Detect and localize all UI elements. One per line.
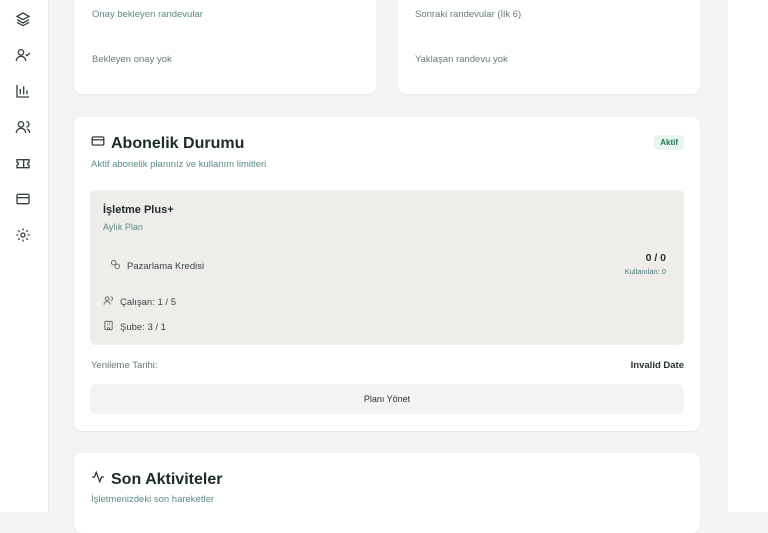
plan-panel: İşletme Plus+ Aylık Plan Pazarlama Kredi… [90,190,684,345]
credit-card-icon [91,134,105,153]
subscription-title-text: Abonelik Durumu [111,134,245,152]
subscription-description: Aktif abonelik planınız ve kullanım limi… [91,159,267,170]
upcoming-card-subtitle: Sonraki randevular (İlk 6) [415,9,522,20]
marketing-credit-row: Pazarlama Kredisi [110,259,204,273]
branches-text: Şube: 3 / 1 [120,321,166,333]
pending-card-subtitle: Onay bekleyen randevular [92,9,203,20]
branches-row: Şube: 3 / 1 [103,320,166,334]
activities-card: Son Aktiviteler İşletmenizdeki son harek… [74,453,700,533]
activities-title-text: Son Aktiviteler [111,470,223,488]
users-small-icon [103,295,114,309]
settings-icon[interactable] [14,226,32,244]
right-gutter [728,0,768,512]
upcoming-empty-text: Yaklaşan randevu yok [415,54,508,65]
status-badge: Aktif [654,135,684,150]
renewal-value: Invalid Date [630,360,684,371]
activities-title: Son Aktiviteler [91,470,222,489]
ticket-icon[interactable] [14,154,32,172]
marketing-credit-label: Pazarlama Kredisi [127,260,205,272]
subscription-title: Abonelik Durumu [91,134,244,153]
link-icon [110,259,121,273]
users-icon[interactable] [14,118,32,136]
renewal-label: Yenileme Tarihi: [91,360,158,371]
employees-row: Çalışan: 1 / 5 [103,295,176,309]
marketing-credit-used: Kullanılan: 0 [624,267,666,276]
activity-icon [91,470,105,489]
pending-appointments-card: Onay bekleyen randevular Bekleyen onay y… [74,0,376,94]
user-check-icon[interactable] [14,46,32,64]
manage-plan-button[interactable]: Planı Yönet [90,384,684,414]
sidebar [0,0,49,512]
activities-description: İşletmenizdeki son hareketler [91,494,215,505]
bar-chart-icon[interactable] [14,82,32,100]
upcoming-appointments-card: Sonraki randevular (İlk 6) Yaklaşan rand… [398,0,700,94]
plan-type: Aylık Plan [103,222,143,232]
database-icon[interactable] [14,190,32,208]
building-icon [103,320,114,334]
marketing-credit-value: 0 / 0 [645,252,666,264]
layers-icon[interactable] [14,10,32,28]
subscription-card: Abonelik Durumu Aktif Aktif abonelik pla… [74,117,700,431]
plan-name: İşletme Plus+ [103,204,174,216]
employees-text: Çalışan: 1 / 5 [120,296,176,308]
pending-empty-text: Bekleyen onay yok [92,54,172,65]
